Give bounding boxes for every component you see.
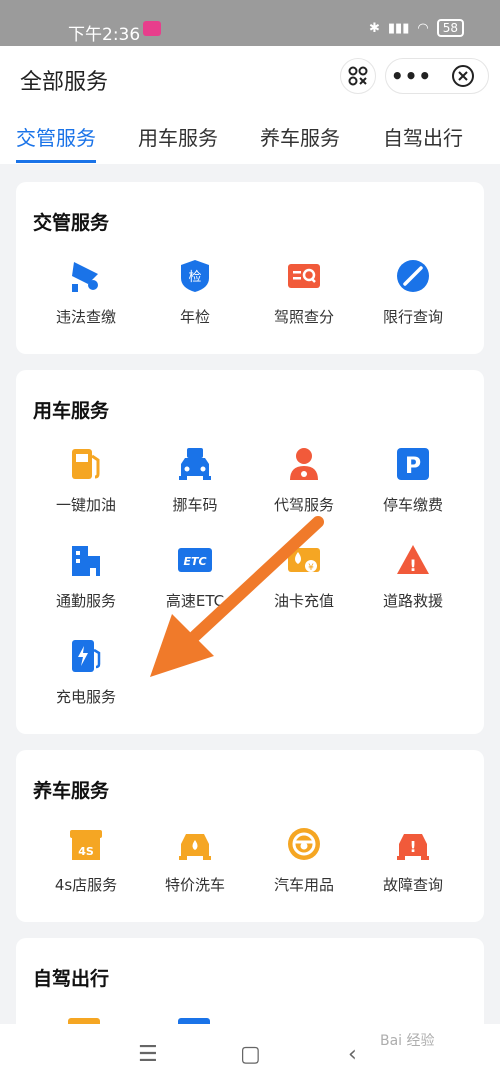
menu-icon[interactable]: ☰ <box>138 1042 158 1067</box>
section-title: 用车服务 <box>33 400 110 422</box>
watermark: Bai 经验 <box>380 1033 435 1049</box>
service-label: 驾照查分 <box>273 308 334 326</box>
home-icon[interactable]: ▢ <box>240 1042 261 1067</box>
section-title: 养车服务 <box>33 780 110 802</box>
section-title: 自驾出行 <box>33 968 110 990</box>
scan-icon <box>348 66 368 86</box>
svg-text:4S: 4S <box>78 845 94 858</box>
service-item[interactable]: 代驾服务 <box>254 446 354 515</box>
svg-text:检: 检 <box>188 270 201 285</box>
service-label: 代驾服务 <box>273 496 334 514</box>
inspection-shield-icon: 检 <box>181 260 209 292</box>
service-label: 4s店服务 <box>54 876 118 894</box>
service-item[interactable]: 充电服务 <box>36 638 136 707</box>
more-button[interactable]: ••• <box>386 64 437 88</box>
etc-icon: ETC <box>178 548 212 572</box>
service-label: 道路救援 <box>382 592 443 610</box>
tab-traffic[interactable]: 交管服务 <box>16 122 96 151</box>
car-wash-icon <box>179 834 211 860</box>
charging-icon <box>72 640 101 672</box>
service-label: 油卡充值 <box>273 592 334 610</box>
page-title: 全部服务 <box>20 70 109 95</box>
section-car: 用车服务 一键加油 挪车码 代驾服务 P 停车缴费 通勤服务 ETC 高速ETC… <box>16 370 484 734</box>
section-title: 交管服务 <box>33 212 110 234</box>
camera-icon <box>72 262 98 292</box>
status-icons: ✱ ▮▮▮ ◠ 58 <box>369 19 464 37</box>
section-traffic: 交管服务 违法查缴 检 年检 驾照查分 限行查询 <box>16 182 484 354</box>
service-item[interactable]: ETC 高速ETC <box>145 542 245 611</box>
signal-icon: ▮▮▮ <box>387 20 410 36</box>
service-label: 挪车码 <box>172 496 218 514</box>
tab-active-indicator <box>16 160 96 163</box>
service-item[interactable]: 一键加油 <box>36 446 136 515</box>
service-label: 限行查询 <box>382 308 443 326</box>
service-label: 停车缴费 <box>382 496 443 514</box>
fuel-pump-icon <box>72 449 100 479</box>
driver-icon <box>290 448 318 480</box>
car-qr-icon <box>179 448 211 480</box>
steering-wheel-icon <box>288 828 320 860</box>
service-label: 高速ETC <box>165 592 225 610</box>
service-item[interactable]: ! 故障查询 <box>363 826 463 895</box>
tab-trip[interactable]: 自驾出行 <box>383 122 463 151</box>
back-icon[interactable]: ‹ <box>348 1042 357 1067</box>
service-item[interactable]: 通勤服务 <box>36 542 136 611</box>
service-item[interactable]: 汽车用品 <box>254 826 354 895</box>
service-item[interactable]: 违法查缴 <box>36 258 136 327</box>
wifi-icon: ◠ <box>417 20 429 36</box>
scan-button[interactable] <box>340 58 376 94</box>
service-item[interactable]: 挪车码 <box>145 446 245 515</box>
building-icon <box>72 546 100 576</box>
status-time: 下午2:36 <box>68 25 141 45</box>
bluetooth-icon: ✱ <box>369 20 380 36</box>
no-entry-icon <box>397 260 429 292</box>
service-label: 通勤服务 <box>55 592 116 610</box>
car-fault-icon: ! <box>397 834 429 860</box>
tab-car[interactable]: 用车服务 <box>138 122 218 151</box>
service-label: 汽车用品 <box>273 876 334 894</box>
battery-icon: 58 <box>436 19 464 37</box>
svg-text:!: ! <box>410 838 417 856</box>
app-notification-icon <box>143 21 161 36</box>
store-4s-icon: 4S <box>70 830 102 860</box>
service-item[interactable]: ¥ 油卡充值 <box>254 542 354 611</box>
license-search-icon <box>288 264 320 288</box>
tab-maintain[interactable]: 养车服务 <box>260 122 340 151</box>
service-item[interactable]: P 停车缴费 <box>363 446 463 515</box>
service-item[interactable]: 特价洗车 <box>145 826 245 895</box>
miniapp-capsule: ••• <box>385 58 489 94</box>
service-label: 违法查缴 <box>55 308 116 326</box>
service-item[interactable]: 驾照查分 <box>254 258 354 327</box>
service-item[interactable]: 4S 4s店服务 <box>36 826 136 895</box>
svg-text:P: P <box>405 454 421 479</box>
fuel-card-icon: ¥ <box>288 548 320 573</box>
close-button[interactable] <box>437 64 488 88</box>
service-label: 充电服务 <box>55 688 116 706</box>
close-icon <box>451 65 474 87</box>
service-label: 特价洗车 <box>164 876 225 894</box>
service-label: 年检 <box>179 308 210 326</box>
service-item[interactable]: ! 道路救援 <box>363 542 463 611</box>
svg-text:¥: ¥ <box>308 563 314 573</box>
service-label: 故障查询 <box>382 876 443 894</box>
status-bar: 下午2:36 ✱ ▮▮▮ ◠ 58 <box>0 0 500 46</box>
section-maintain: 养车服务 4S 4s店服务 特价洗车 汽车用品 ! 故障查询 <box>16 750 484 922</box>
page-header: 全部服务 ••• <box>0 46 500 108</box>
svg-text:ETC: ETC <box>183 555 206 568</box>
service-item[interactable]: 限行查询 <box>363 258 463 327</box>
category-tabs: 交管服务 用车服务 养车服务 自驾出行 <box>0 108 500 164</box>
parking-icon: P <box>397 448 429 480</box>
svg-text:!: ! <box>409 556 416 575</box>
warning-icon: ! <box>397 545 429 575</box>
service-label: 一键加油 <box>55 496 116 514</box>
service-item[interactable]: 检 年检 <box>145 258 245 327</box>
